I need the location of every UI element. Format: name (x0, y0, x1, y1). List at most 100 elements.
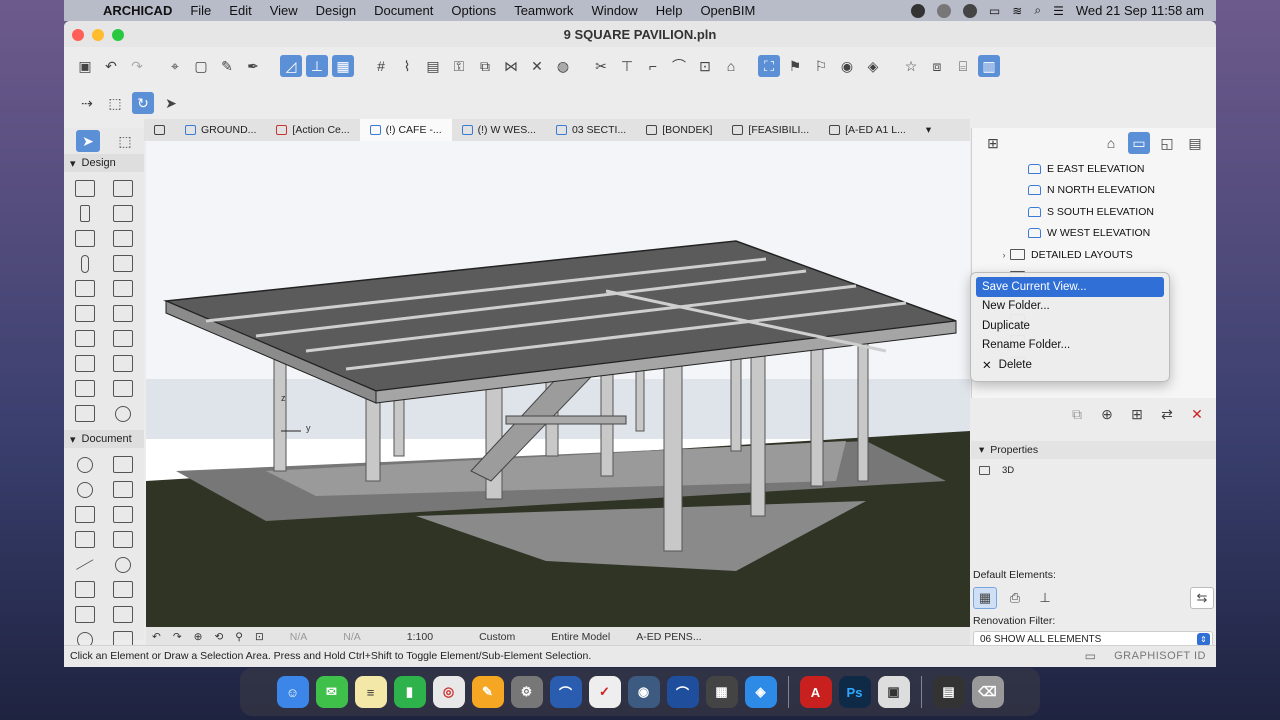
trace-icon[interactable]: ⧉ (474, 55, 496, 77)
chrome-icon[interactable]: ◎ (432, 676, 465, 708)
tab-overflow[interactable]: ▾ (916, 119, 941, 141)
pens-field[interactable]: A-ED PENS... (616, 631, 707, 643)
bimx-icon[interactable]: ⌒ (666, 676, 699, 708)
spline-tool-icon[interactable] (113, 581, 133, 598)
messages-icon[interactable]: ✉ (315, 676, 348, 708)
undo-zoom-icon[interactable]: ↶ (146, 631, 167, 643)
split-icon[interactable]: ✂ (590, 55, 612, 77)
walk-icon[interactable]: ⚲ (229, 631, 249, 643)
roof-tool-icon[interactable] (113, 280, 133, 297)
text-tool-icon[interactable] (113, 506, 133, 523)
properties-row[interactable]: 3D (971, 462, 1216, 478)
redo-icon[interactable]: ↷ (126, 55, 148, 77)
dimension-icon[interactable]: ⋈ (500, 55, 522, 77)
pen-set-field[interactable]: Custom (439, 631, 521, 643)
morph-tool-icon[interactable] (113, 330, 133, 347)
acrobat-icon[interactable]: A (799, 676, 832, 708)
undo-icon[interactable]: ↶ (100, 55, 122, 77)
fill-tool-icon[interactable] (113, 531, 133, 548)
tree-item-west[interactable]: W WEST ELEVATION (1028, 223, 1216, 245)
scale-field[interactable]: 1:100 (367, 631, 439, 643)
tab-action-center[interactable]: [Action Ce... (266, 119, 359, 141)
shell-tool-icon[interactable] (113, 305, 133, 322)
properties-header[interactable]: ▾ Properties (971, 441, 1216, 459)
delete-item[interactable]: ✕ Delete (976, 355, 1164, 375)
record-icon[interactable] (910, 3, 925, 18)
find-select-icon[interactable]: ⌖ (164, 55, 186, 77)
adjust-icon[interactable]: ⊤ (616, 55, 638, 77)
default-options-icon[interactable]: ⇆ (1190, 587, 1214, 609)
downloads-icon[interactable]: ▤ (932, 676, 965, 708)
save-current-view-item[interactable]: Save Current View... (976, 277, 1164, 297)
skylight-tool-icon[interactable] (113, 230, 133, 247)
radial-dim-tool-icon[interactable] (77, 481, 93, 498)
object-tool-icon[interactable] (113, 355, 133, 372)
menu-file[interactable]: File (181, 3, 220, 18)
fillet-icon[interactable]: ⌒ (668, 55, 690, 77)
terrain-tool-icon[interactable] (75, 405, 95, 422)
default-grid-icon[interactable]: ▦ (973, 587, 997, 609)
beam-tool-icon[interactable] (81, 254, 89, 273)
tab-layout[interactable]: [A-ED A1 L... (819, 119, 916, 141)
stair-2-tool-icon[interactable] (113, 380, 133, 397)
stair-icon[interactable]: ⌸ (952, 55, 974, 77)
level-tool-icon[interactable] (113, 456, 133, 473)
intersect-icon[interactable]: ⌐ (642, 55, 664, 77)
calculator-icon[interactable]: ▦ (705, 676, 738, 708)
menu-app[interactable]: ARCHICAD (94, 3, 181, 18)
menu-help[interactable]: Help (647, 3, 692, 18)
circle-tool-icon[interactable] (115, 556, 131, 573)
explode-icon[interactable]: ⊡ (694, 55, 716, 77)
design-section-header[interactable]: ▾ Design (64, 154, 144, 172)
slab-tool-icon[interactable] (75, 280, 95, 297)
project-map-icon[interactable]: ⌂ (1100, 132, 1122, 154)
finder-icon[interactable]: ☺ (276, 676, 309, 708)
numbers-icon[interactable]: ▮ (393, 676, 426, 708)
bim-components-icon[interactable]: ⧈ (926, 55, 948, 77)
marquee-tool-icon[interactable]: ⬚ (114, 130, 136, 152)
battery-icon[interactable]: ▭ (989, 4, 1000, 18)
eyedropper-icon[interactable]: ✎ (216, 55, 238, 77)
roof-trim-icon[interactable]: ⌂ (720, 55, 742, 77)
menu-options[interactable]: Options (442, 3, 505, 18)
snap-guides-icon[interactable]: ⊥ (306, 55, 328, 77)
view-3d-icon[interactable]: ◍ (552, 55, 574, 77)
tab-section[interactable]: 03 SECTI... (546, 119, 636, 141)
archicad-icon[interactable]: ⌒ (549, 676, 582, 708)
selection-marquee-icon[interactable]: ⬚ (104, 92, 126, 114)
publisher-icon[interactable]: ▤ (1184, 132, 1206, 154)
creative-cloud-icon[interactable] (962, 3, 977, 18)
default-print-icon[interactable]: ⎙ (1003, 587, 1027, 609)
suspend-groups-icon[interactable]: ⌇ (396, 55, 418, 77)
tree-item-detailed-layouts[interactable]: › DETAILED LAYOUTS (998, 244, 1216, 266)
pavilion-3d-render[interactable]: z y (146, 141, 970, 629)
rename-folder-item[interactable]: Rename Folder... (976, 336, 1164, 356)
fit-window-icon[interactable]: ⛶ (758, 55, 780, 77)
new-folder-icon[interactable]: ⊞ (1126, 403, 1148, 425)
clone-folder-icon[interactable]: ⧉ (1066, 403, 1088, 425)
safari-icon[interactable]: ◈ (744, 676, 777, 708)
arrow-tool-icon[interactable]: ➤ (76, 130, 100, 152)
layout-book-icon[interactable]: ◱ (1156, 132, 1178, 154)
menu-teamwork[interactable]: Teamwork (505, 3, 582, 18)
na-field-1[interactable]: N/A (270, 631, 314, 643)
preview-icon[interactable]: ▣ (877, 676, 910, 708)
quicktime-icon[interactable]: ◉ (627, 676, 660, 708)
search-icon[interactable]: ⌕ (1034, 3, 1041, 18)
column-tool-icon[interactable] (80, 205, 90, 222)
tab-bondek[interactable]: [BONDEK] (636, 119, 722, 141)
wall-tool-icon[interactable] (75, 180, 95, 197)
photoshop-icon[interactable]: Ps (838, 676, 871, 708)
lamp-tool-icon[interactable] (115, 405, 131, 422)
tree-item-south[interactable]: S SOUTH ELEVATION (1028, 201, 1216, 223)
angle-dim-tool-icon[interactable] (113, 481, 133, 498)
save-icon[interactable]: ▣ (74, 55, 96, 77)
3d-viewport[interactable]: z y (146, 141, 970, 629)
wifi-icon[interactable]: ≋ (1012, 4, 1022, 18)
zone-tool-icon[interactable] (75, 355, 95, 372)
new-view-icon[interactable]: ⊕ (1096, 403, 1118, 425)
orbit-icon[interactable]: ↻ (132, 92, 154, 114)
default-stair-icon[interactable]: ⊥ (1033, 587, 1057, 609)
tab-west-elevation[interactable]: (!) W WES... (452, 119, 546, 141)
redo-zoom-icon[interactable]: ↷ (167, 631, 188, 643)
